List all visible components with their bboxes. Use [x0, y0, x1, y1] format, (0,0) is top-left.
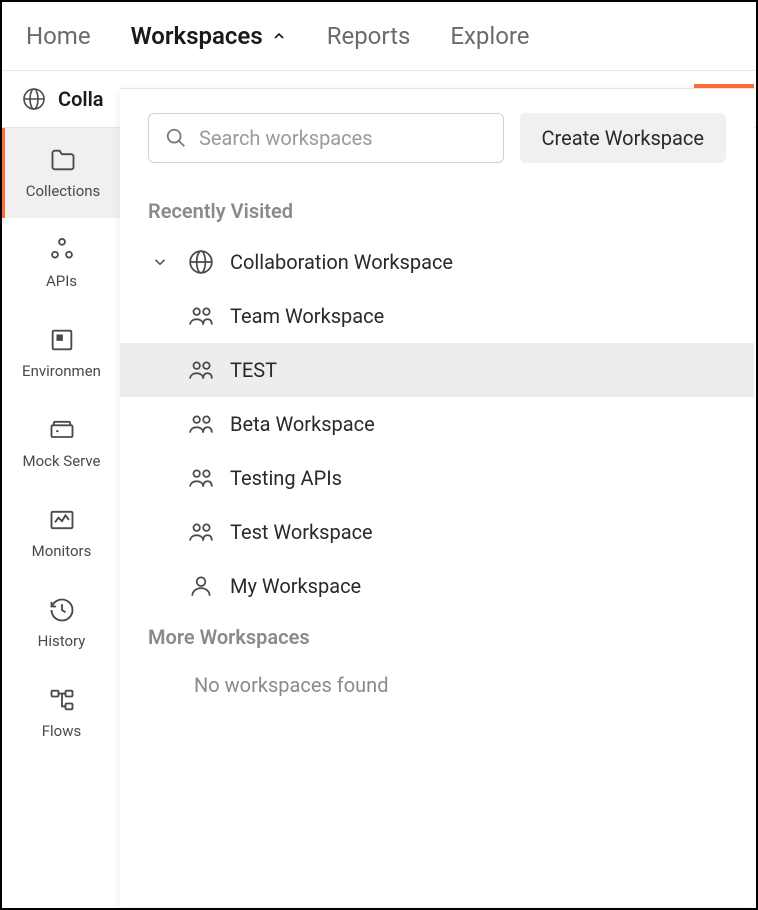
sidebar-item-flows[interactable]: Flows [2, 668, 121, 758]
workspace-name: Testing APIs [230, 466, 342, 490]
sidebar-item-label: Mock Serve [22, 452, 100, 470]
sidebar-item-mock-servers[interactable]: Mock Serve [2, 398, 121, 488]
search-workspaces-input[interactable] [199, 126, 487, 150]
history-icon [48, 596, 76, 624]
globe-icon [188, 249, 214, 275]
recently-visited-header: Recently Visited [120, 187, 754, 235]
search-workspaces-box[interactable] [148, 113, 504, 163]
folder-icon [49, 146, 77, 174]
sidebar-item-label: Collections [26, 182, 101, 200]
workspace-name: Collaboration Workspace [230, 250, 453, 274]
workspace-name: Beta Workspace [230, 412, 375, 436]
nav-reports[interactable]: Reports [327, 22, 411, 50]
nav-workspaces-label: Workspaces [131, 22, 263, 50]
workspace-name: TEST [230, 358, 277, 382]
team-icon [188, 519, 214, 545]
environment-icon [48, 326, 76, 354]
workspace-item[interactable]: Test Workspace [120, 505, 754, 559]
mock-server-icon [48, 416, 76, 444]
no-workspaces-message: No workspaces found [120, 661, 754, 709]
globe-icon [22, 87, 46, 111]
nav-home[interactable]: Home [26, 22, 91, 50]
sidebar-item-history[interactable]: History [2, 578, 121, 668]
workspace-name: Test Workspace [230, 520, 373, 544]
current-workspace-label: Colla [58, 87, 104, 111]
workspace-name: My Workspace [230, 574, 361, 598]
workspace-item[interactable]: Team Workspace [120, 289, 754, 343]
nav-explore[interactable]: Explore [450, 22, 529, 50]
sidebar: Collections APIs Environmen Mock Serve M… [2, 128, 122, 894]
recent-workspaces-list: Collaboration Workspace Team Workspace TES… [120, 235, 754, 613]
chevron-down-icon[interactable] [151, 253, 169, 271]
more-workspaces-header: More Workspaces [120, 613, 754, 661]
sidebar-item-label: History [38, 632, 86, 650]
monitor-icon [48, 506, 76, 534]
nav-workspaces[interactable]: Workspaces [131, 22, 287, 50]
workspace-item[interactable]: Testing APIs [120, 451, 754, 505]
top-nav: Home Workspaces Reports Explore [2, 2, 756, 71]
workspace-item[interactable]: Beta Workspace [120, 397, 754, 451]
flows-icon [48, 686, 76, 714]
team-icon [188, 411, 214, 437]
chevron-up-icon [271, 28, 287, 44]
sidebar-item-environments[interactable]: Environmen [2, 308, 121, 398]
sidebar-item-collections[interactable]: Collections [2, 128, 121, 218]
sidebar-item-monitors[interactable]: Monitors [2, 488, 121, 578]
personal-icon [188, 573, 214, 599]
workspaces-dropdown: Create Workspace Recently Visited Collab… [120, 88, 754, 906]
create-workspace-button[interactable]: Create Workspace [520, 113, 726, 163]
sidebar-item-label: Monitors [32, 542, 92, 560]
team-icon [188, 465, 214, 491]
search-icon [165, 127, 187, 149]
sidebar-item-label: Environmen [22, 362, 101, 380]
team-icon [188, 303, 214, 329]
workspace-item[interactable]: My Workspace [120, 559, 754, 613]
workspace-item[interactable]: Collaboration Workspace [120, 235, 754, 289]
workspace-item[interactable]: TEST [120, 343, 754, 397]
sidebar-item-label: APIs [46, 272, 77, 290]
sidebar-item-label: Flows [42, 722, 82, 740]
workspace-name: Team Workspace [230, 304, 384, 328]
team-icon [188, 357, 214, 383]
sidebar-item-apis[interactable]: APIs [2, 218, 121, 308]
chevron-slot [148, 253, 172, 271]
apis-icon [48, 236, 76, 264]
